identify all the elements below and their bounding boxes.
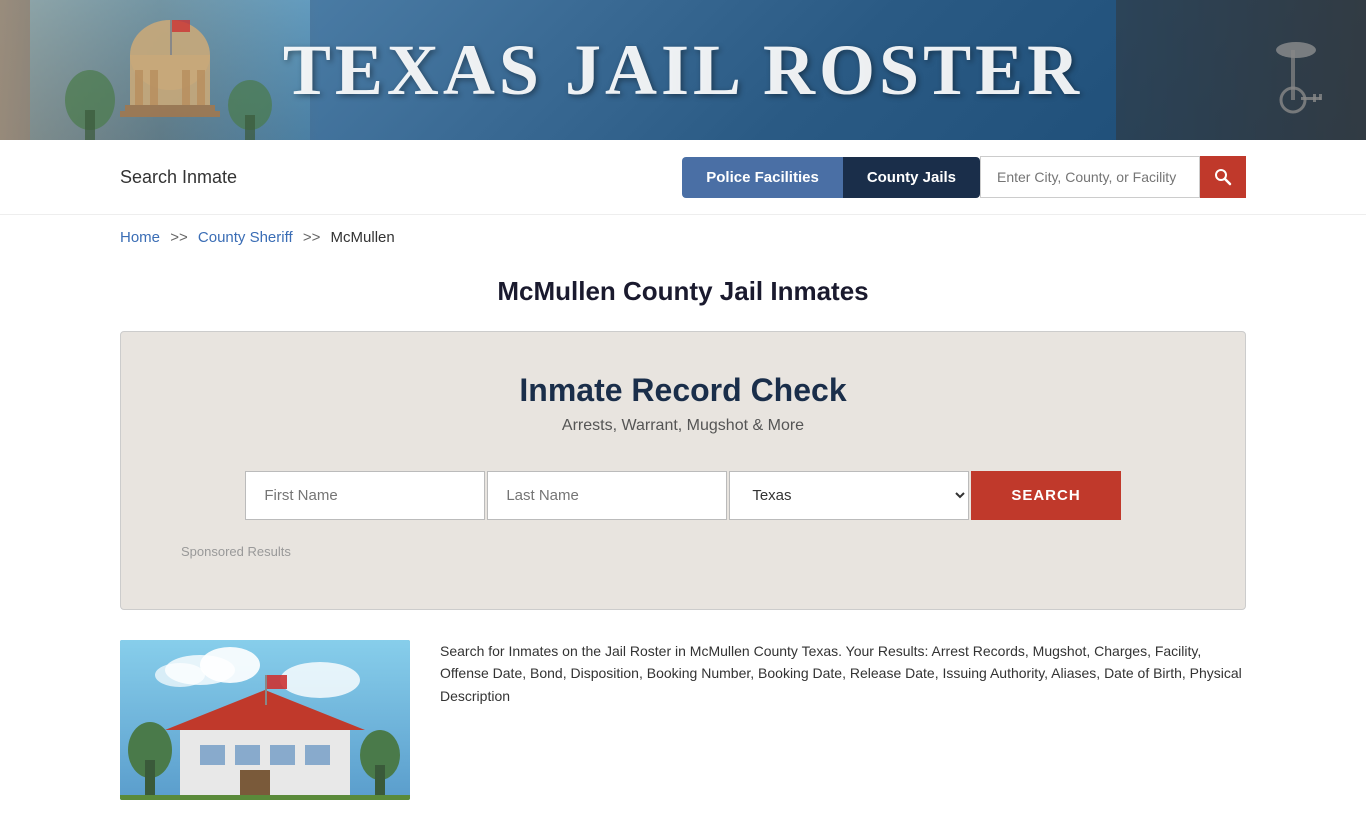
search-submit-button[interactable]: SEARCH	[971, 471, 1120, 520]
breadcrumb-sep2: >>	[303, 229, 321, 246]
breadcrumb-sep1: >>	[170, 229, 188, 246]
banner-title: Texas Jail Roster	[283, 29, 1083, 112]
facility-image	[120, 640, 410, 800]
search-icon	[1214, 168, 1232, 186]
page-title-section: McMullen County Jail Inmates	[0, 260, 1366, 331]
state-select[interactable]: AlabamaAlaskaArizonaArkansasCaliforniaCo…	[729, 471, 969, 520]
record-check-title: Inmate Record Check	[181, 372, 1185, 409]
right-overlay	[1116, 0, 1366, 140]
navbar-right: Police Facilities County Jails	[682, 156, 1246, 198]
search-fields: AlabamaAlaskaArizonaArkansasCaliforniaCo…	[181, 471, 1185, 520]
page-title: McMullen County Jail Inmates	[0, 276, 1366, 307]
breadcrumb-current: McMullen	[331, 229, 395, 246]
breadcrumb-home[interactable]: Home	[120, 229, 160, 246]
police-facilities-button[interactable]: Police Facilities	[682, 157, 843, 198]
facility-search-button[interactable]	[1200, 156, 1246, 198]
bottom-description: Search for Inmates on the Jail Roster in…	[440, 640, 1246, 707]
first-name-input[interactable]	[245, 471, 485, 520]
facility-search-input[interactable]	[980, 156, 1200, 198]
sponsored-results: Sponsored Results	[181, 544, 1185, 559]
capitol-image	[30, 0, 310, 140]
header-banner: Texas Jail Roster	[0, 0, 1366, 140]
last-name-input[interactable]	[487, 471, 727, 520]
facility-image-svg	[120, 640, 410, 800]
record-check-subtitle: Arrests, Warrant, Mugshot & More	[181, 417, 1185, 435]
search-section: Inmate Record Check Arrests, Warrant, Mu…	[120, 331, 1246, 610]
breadcrumb: Home >> County Sheriff >> McMullen	[0, 215, 1366, 260]
breadcrumb-county-sheriff[interactable]: County Sheriff	[198, 229, 293, 246]
bottom-section: Search for Inmates on the Jail Roster in…	[0, 640, 1366, 830]
search-inmate-label: Search Inmate	[120, 167, 237, 188]
county-jails-button[interactable]: County Jails	[843, 157, 980, 198]
navbar: Search Inmate Police Facilities County J…	[0, 140, 1366, 215]
